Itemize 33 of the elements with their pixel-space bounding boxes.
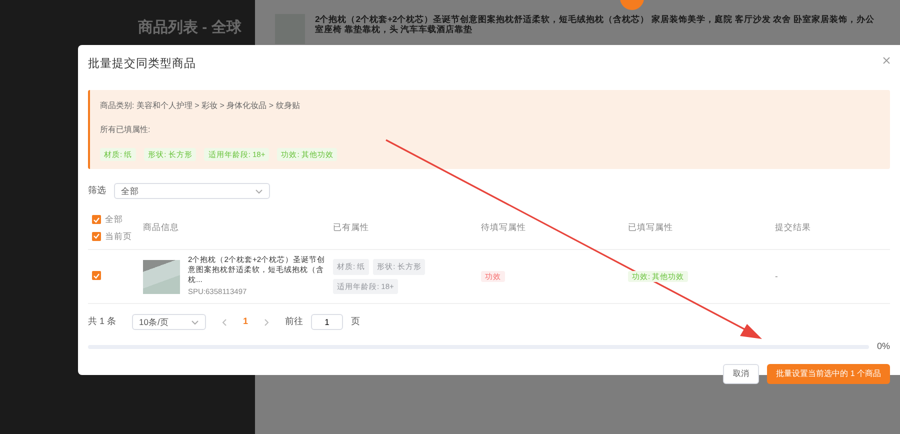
dialog-title: 批量提交同类型商品 <box>88 58 196 72</box>
column-header: 待填写属性 <box>481 222 526 232</box>
cancel-button[interactable]: 取消 <box>723 364 760 384</box>
chevron-down-icon <box>255 188 263 194</box>
total-count: 共 1 条 <box>88 315 116 328</box>
table-cell: - <box>775 270 778 281</box>
page-title: 商品列表 - 全球 <box>138 18 242 38</box>
goto-label: 前往 <box>285 315 304 328</box>
product-thumbnail <box>143 260 180 294</box>
filled-attributes-label: 所有已填属性: <box>100 124 152 136</box>
column-header: 商品信息 <box>143 222 179 232</box>
category-path: 商品类别: 美容和个人护理 > 彩妆 > 身体化妆品 > 纹身贴 <box>100 100 301 112</box>
close-icon <box>883 57 890 64</box>
chevron-right-icon[interactable] <box>264 318 270 326</box>
column-header: 已填写属性 <box>628 222 673 232</box>
column-header: 提交结果 <box>775 222 811 232</box>
chevron-left-icon[interactable] <box>222 318 228 326</box>
page-suffix: 页 <box>351 315 360 328</box>
checkbox[interactable] <box>92 271 101 280</box>
progress-reading: 0% <box>876 340 890 354</box>
close-button[interactable] <box>881 55 892 66</box>
checkbox-label: 当前页 <box>105 230 132 243</box>
product-thumbnail <box>275 14 305 44</box>
chevron-down-icon <box>191 320 200 325</box>
checkbox[interactable] <box>92 215 101 224</box>
page-input[interactable]: 1 <box>311 314 344 330</box>
filter-label: 筛选 <box>88 184 106 198</box>
checkbox[interactable] <box>92 232 101 241</box>
page-size-select[interactable]: 10条/页 <box>132 314 206 330</box>
checkbox-label: 全部 <box>105 213 123 226</box>
filter-select[interactable]: 全部 <box>114 183 270 200</box>
product-title: 2个抱枕（2个枕套+2个枕芯）圣诞节创意图案抱枕舒适柔软，短毛绒抱枕（含枕芯） 家居装饰美学，庭院 客厅沙发 农舍 卧室家居装饰，办公室座椅 靠垫靠枕，头 汽车车载酒店靠垫 <box>315 14 875 36</box>
column-header: 已有属性 <box>333 222 369 232</box>
